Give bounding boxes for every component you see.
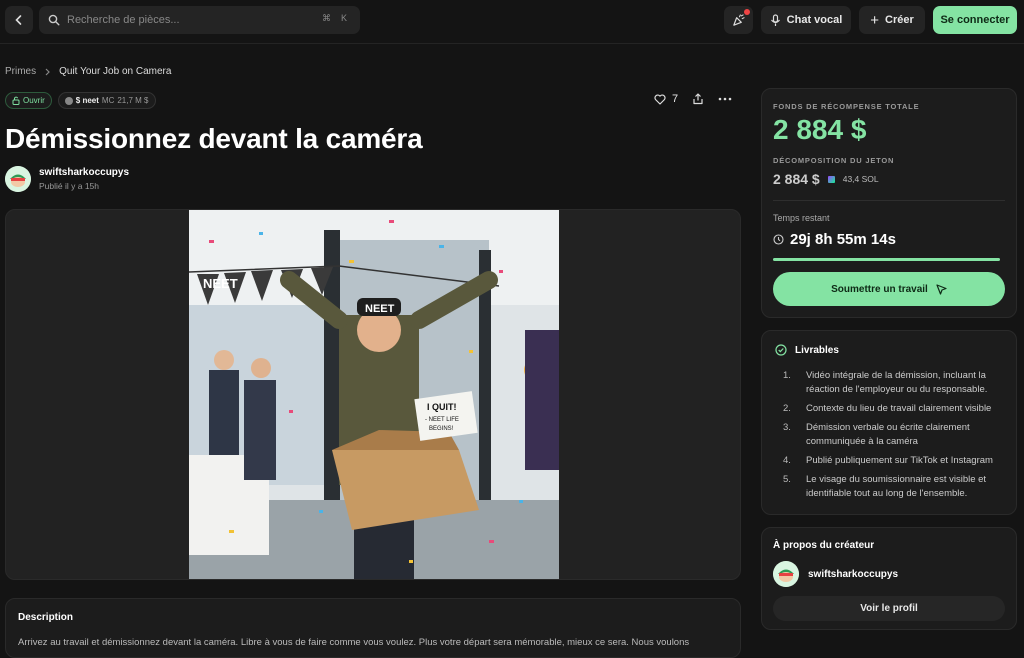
mc-label: MC	[101, 96, 115, 105]
send-icon	[936, 283, 947, 295]
bunting-text: NEET	[203, 276, 238, 291]
time-label: Temps restant	[773, 213, 830, 223]
status-label: Ouvrir	[23, 96, 45, 105]
reward-card: FONDS DE RÉCOMPENSE TOTALE 2 884 $ DÉCOM…	[761, 88, 1017, 318]
party-popper-icon	[733, 13, 745, 26]
voice-chat-button[interactable]: Chat vocal	[761, 6, 851, 34]
breakdown-label: DÉCOMPOSITION DU JETON	[773, 156, 895, 165]
submit-label: Soumettre un travail	[831, 283, 928, 295]
creator-avatar	[773, 561, 799, 587]
like-button[interactable]: 7	[654, 93, 678, 105]
search-icon	[48, 14, 60, 26]
sign-line1: I QUIT!	[427, 402, 457, 412]
deliverable-text: Démission verbale ou écrite clairement c…	[806, 422, 970, 447]
microphone-icon	[770, 13, 780, 26]
more-icon[interactable]	[718, 97, 732, 101]
back-button[interactable]	[5, 6, 33, 34]
deliverable-text: Publié publiquement sur TikTok et Instag…	[806, 455, 993, 466]
description-text: Arrivez au travail et démissionnez devan…	[18, 637, 690, 648]
deliverable-item: 2. Contexte du lieu de travail clairement…	[783, 402, 1005, 416]
badge-row: Ouvrir $ neet MC 21,7 M $	[5, 92, 156, 109]
bounty-media: NEET NEET I QUIT! - NEET LIFE BEGINS!	[5, 209, 741, 580]
deliverable-text: Contexte du lieu de travail clairement v…	[806, 403, 992, 414]
voice-chat-label: Chat vocal	[786, 14, 843, 26]
cap-text: NEET	[365, 303, 395, 315]
deliverable-text: Vidéo intégrale de la démission, incluan…	[806, 370, 988, 395]
breakdown-sol: 43,4 SOL	[842, 174, 879, 184]
reward-amount: 2 884 $	[773, 114, 867, 145]
search-bar[interactable]: ⌘ K	[39, 6, 360, 34]
connect-label: Se connecter	[940, 14, 1010, 26]
create-button[interactable]: + Créer	[859, 6, 925, 34]
party-button[interactable]	[724, 6, 753, 34]
top-bar: ⌘ K Chat vocal + Créer Se connecter	[0, 0, 1024, 44]
deliverable-number: 2.	[783, 403, 791, 414]
deliverable-item: 4. Publié publiquement sur TikTok et Inst…	[783, 454, 1005, 468]
notification-dot	[744, 9, 750, 15]
description-title: Description	[18, 612, 74, 623]
description-card: Description Arrivez au travail et démiss…	[5, 598, 741, 658]
breakdown-usd: 2 884 $	[773, 171, 820, 187]
view-profile-button[interactable]: Voir le profil	[773, 596, 1005, 621]
breadcrumb-current[interactable]: Quit Your Job on Camera	[59, 66, 171, 77]
clock-icon	[773, 234, 784, 245]
countdown-row: 29j 8h 55m 14s	[773, 231, 896, 248]
search-input[interactable]	[67, 14, 297, 26]
token-logo-icon	[64, 96, 73, 105]
like-count: 7	[672, 93, 679, 105]
plus-icon: +	[870, 11, 879, 29]
breakdown-row: 2 884 $ 43,4 SOL	[773, 171, 879, 187]
deliverables-title: Livrables	[795, 344, 839, 356]
mc-value: 21,7 M $	[117, 96, 149, 105]
chevron-right-icon	[45, 68, 50, 75]
breadcrumb: Primes Quit Your Job on Camera	[5, 66, 171, 77]
kbd-k: K	[341, 13, 348, 23]
creator-name: swiftsharkoccupys	[808, 568, 899, 580]
author-row[interactable]: swiftsharkoccupys Publié il y a 15h	[5, 166, 129, 192]
share-icon[interactable]	[692, 93, 704, 105]
creator-card: À propos du créateur swiftsharkoccupys V…	[761, 527, 1017, 630]
check-circle-icon	[775, 344, 787, 356]
sign-line2: - NEET LIFE	[425, 417, 459, 423]
deliverables-list: 1. Vidéo intégrale de la démission, inclu…	[783, 369, 1005, 501]
deliverables-header: Livrables	[775, 344, 1005, 356]
reward-label: FONDS DE RÉCOMPENSE TOTALE	[773, 102, 920, 111]
time-progress-bar	[773, 258, 1001, 261]
breadcrumb-root[interactable]: Primes	[5, 66, 36, 77]
kbd-cmd: ⌘	[322, 13, 331, 23]
view-profile-label: Voir le profil	[860, 603, 918, 614]
sign-line3: BEGINS!	[429, 426, 454, 432]
token-symbol: $ neet	[75, 96, 99, 105]
create-label: Créer	[885, 14, 914, 26]
deliverable-number: 3.	[783, 422, 791, 433]
heart-icon	[654, 93, 666, 105]
submit-work-button[interactable]: Soumettre un travail	[773, 272, 1005, 306]
published-time: Publié il y a 15h	[39, 181, 100, 191]
countdown-value: 29j 8h 55m 14s	[790, 231, 896, 248]
deliverable-item: 1. Vidéo intégrale de la démission, inclu…	[783, 369, 1005, 397]
author-name[interactable]: swiftsharkoccupys	[39, 167, 129, 178]
bounty-image: NEET NEET I QUIT! - NEET LIFE BEGINS!	[189, 210, 559, 579]
deliverable-number: 1.	[783, 370, 791, 381]
status-badge: Ouvrir	[5, 92, 52, 109]
creator-row[interactable]: swiftsharkoccupys	[773, 561, 898, 587]
deliverable-number: 4.	[783, 455, 791, 466]
avatar	[5, 166, 31, 192]
solana-icon	[827, 175, 835, 183]
connect-button[interactable]: Se connecter	[933, 6, 1017, 34]
lock-open-icon	[12, 96, 20, 105]
deliverable-item: 3. Démission verbale ou écrite clairement…	[783, 421, 1005, 449]
deliverable-text: Le visage du soumissionnaire est visible…	[806, 474, 987, 499]
deliverable-item: 5. Le visage du soumissionnaire est visib…	[783, 473, 1005, 501]
divider	[773, 200, 1005, 201]
token-badge[interactable]: $ neet MC 21,7 M $	[57, 92, 156, 109]
creator-title: À propos du créateur	[773, 540, 875, 551]
chevron-left-icon	[15, 15, 22, 25]
deliverables-card: Livrables 1. Vidéo intégrale de la démiss…	[761, 330, 1017, 515]
page-title: Démissionnez devant la caméra	[5, 123, 423, 154]
bounty-actions: 7	[654, 93, 732, 105]
deliverable-number: 5.	[783, 474, 791, 485]
